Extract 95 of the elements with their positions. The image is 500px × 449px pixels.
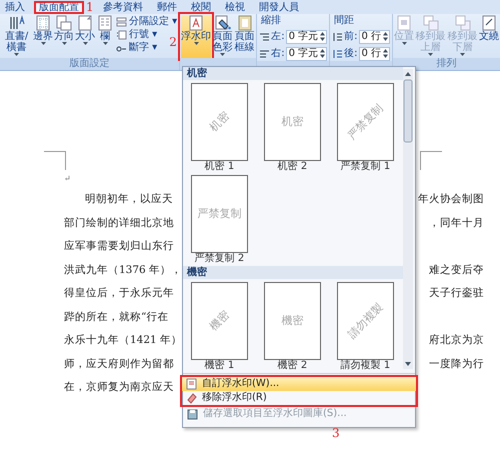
- save-icon: [187, 408, 198, 420]
- document-text: 得皇位后，于永乐元年: [64, 286, 174, 301]
- page-size-icon: [78, 15, 92, 31]
- spin-field[interactable]: 0 字元: [286, 30, 328, 44]
- spin-field[interactable]: 0 行: [358, 30, 390, 44]
- ribbon-button[interactable]: 邊界: [33, 15, 53, 58]
- text-wrap-icon: [482, 15, 496, 31]
- menu-item[interactable]: 自訂浮水印(W)...: [182, 377, 416, 391]
- field-label: 後:: [344, 47, 358, 61]
- document-text: 洪武九年（1376 年），: [64, 262, 182, 278]
- paragraph-mark: ↵: [64, 173, 71, 185]
- document-text: ，同年十月: [429, 216, 484, 230]
- page-border-icon: [238, 15, 252, 31]
- group-label: 排列: [393, 58, 500, 70]
- caret-icon: [220, 53, 226, 56]
- ribbon-button[interactable]: 頁面框線: [234, 15, 256, 58]
- spinner-arrows-icon[interactable]: [383, 49, 388, 58]
- stacked-pages-icon: [422, 15, 439, 31]
- document-text: 应军事需要划归山东行: [64, 239, 174, 254]
- ribbon-button[interactable]: 方向: [54, 15, 74, 58]
- ribbon-tab[interactable]: 參考資料: [98, 1, 148, 14]
- document-text: 天子行銮驻: [429, 286, 484, 301]
- page-corner-mark: [420, 151, 442, 170]
- page-position-icon: [397, 15, 412, 31]
- field-label: 前:: [344, 30, 358, 44]
- spinner-arrows-icon[interactable]: [320, 32, 326, 41]
- watermark-caption: 机密 2: [278, 161, 308, 173]
- ribbon-button[interactable]: 分隔設定 ▾: [115, 15, 178, 28]
- caret-icon: [62, 42, 66, 45]
- eraser-icon: [186, 392, 197, 404]
- group-title: 間距: [333, 15, 356, 27]
- watermark-page-icon: [189, 15, 204, 31]
- document-icon: [186, 378, 197, 390]
- ribbon-button[interactable]: 文繞: [479, 15, 500, 58]
- caret-icon: [14, 53, 19, 56]
- spinner-arrows-icon[interactable]: [320, 49, 326, 58]
- document-text: 年火协会制图: [418, 192, 484, 207]
- spin-field[interactable]: 0 行: [358, 46, 390, 60]
- caret-icon: [82, 42, 88, 45]
- ribbon-tab[interactable]: 開發人員: [254, 1, 304, 14]
- ribbon-tab[interactable]: 校閱: [186, 1, 216, 14]
- spacing-after-icon: [332, 48, 344, 58]
- spacing-before-icon: [332, 32, 344, 42]
- vertical-lines-icon: [8, 15, 24, 31]
- ribbon-tab[interactable]: 檢視: [220, 1, 250, 14]
- group-label: 版面設定: [0, 58, 180, 70]
- menu-item[interactable]: 移除浮水印(R): [182, 391, 416, 405]
- section-header: 機密: [183, 266, 403, 279]
- ribbon-tab[interactable]: 郵件: [152, 1, 182, 14]
- group-title: 縮排: [260, 15, 282, 27]
- document-text: 师，应天府则作为留都: [64, 356, 174, 372]
- stacked-pages-icon: [454, 15, 471, 31]
- caret-icon: [40, 42, 46, 45]
- document-text: 明朝初年，以应天: [84, 192, 173, 207]
- indent-left-icon: [259, 32, 270, 42]
- page-columns-icon: [98, 15, 112, 31]
- annotation-number: 3: [332, 427, 340, 440]
- field-label: 右:: [271, 47, 285, 61]
- watermark-caption: 严禁复制 1: [340, 161, 390, 173]
- section-header: 机密: [183, 67, 403, 80]
- watermark-caption: 機密 1: [204, 360, 234, 372]
- line-numbers-icon: [116, 30, 127, 40]
- ribbon-button[interactable]: 大小: [75, 15, 95, 58]
- watermark-caption: 机密 1: [204, 161, 234, 173]
- page-corner-mark: [44, 151, 66, 170]
- document-text: 在，京师复为南京应天: [64, 380, 174, 395]
- scrollbar[interactable]: [403, 69, 413, 369]
- ribbon-button[interactable]: 浮水印: [181, 15, 212, 58]
- caret-icon: [402, 42, 407, 45]
- caret-icon: [428, 53, 434, 56]
- ribbon-button[interactable]: 直書/橫書: [1, 15, 32, 58]
- document-text: 难之变后夺: [429, 262, 484, 278]
- caret-icon: [460, 53, 466, 56]
- watermark-caption: 機密 2: [278, 360, 308, 372]
- caret-icon: [194, 42, 199, 45]
- document-text: 永乐十九年（1421 年）: [64, 333, 182, 348]
- ribbon-button[interactable]: 欄: [96, 15, 114, 58]
- spin-field[interactable]: 0 字元: [286, 46, 328, 60]
- watermark-caption: 請勿複製 1: [340, 360, 390, 372]
- document-text: 一度降为行: [429, 356, 484, 372]
- spinner-arrows-icon[interactable]: [383, 32, 388, 41]
- ribbon-tab[interactable]: 插入: [0, 1, 30, 14]
- page-margins-icon: [36, 15, 50, 31]
- page-orientation-icon: [56, 15, 72, 31]
- watermark-caption: 严禁复制 2: [194, 253, 244, 265]
- document-text: 跸的所在，就称“行在: [64, 310, 168, 324]
- document-text: 府北京为京: [429, 333, 484, 348]
- caret-icon: [102, 42, 108, 45]
- page-break-icon: [116, 16, 127, 26]
- paint-bucket-icon: [214, 15, 231, 31]
- indent-right-icon: [259, 48, 270, 58]
- field-label: 左:: [271, 30, 285, 44]
- annotation-number: 2: [169, 36, 177, 49]
- annotation-number: 1: [86, 1, 94, 14]
- document-text: 部门绘制的详细北京地: [64, 216, 174, 230]
